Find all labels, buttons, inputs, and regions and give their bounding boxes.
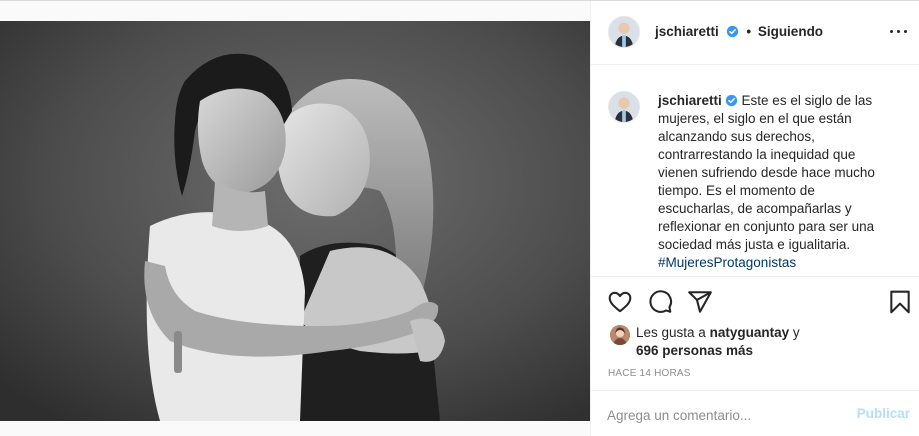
post-photo-image: [0, 21, 590, 421]
liker-username[interactable]: naty­guantay: [710, 325, 790, 340]
caption-line: jschiaretti Este es el siglo de las: [658, 92, 883, 110]
photo-bottom-margin: [0, 421, 590, 436]
verified-badge-icon: [726, 25, 738, 38]
caption-line: escucharlas, de acompañarlas y: [658, 201, 852, 216]
bookmark-icon[interactable]: [887, 289, 913, 315]
caption-line: sociedad más justa e igualitaria.: [658, 237, 851, 252]
caption-line: mujeres, el siglo en el que están: [658, 111, 852, 126]
post-photo[interactable]: [0, 21, 590, 421]
caption-line: tiempo. Es el momento de: [658, 183, 815, 198]
more-horizontal-icon[interactable]: [888, 21, 910, 43]
caption-text: jschiaretti Este es el siglo de las muje…: [658, 92, 883, 272]
author-line: jschiaretti • Siguiendo: [655, 24, 823, 39]
caption-text-line: Este es el siglo de las: [741, 93, 873, 108]
likes-count[interactable]: 696 personas más: [636, 343, 753, 358]
caption-line: reflexionar en conjunto para ser una: [658, 219, 875, 234]
photo-top-margin: [0, 1, 590, 21]
instagram-post: jschiaretti • Siguiendo jschiaretti Este…: [0, 0, 919, 436]
author-username[interactable]: jschiaretti: [655, 24, 719, 39]
comment-icon[interactable]: [647, 289, 673, 315]
likes-prefix: Les gusta a: [636, 325, 706, 340]
publish-button[interactable]: Publicar: [857, 406, 910, 421]
hashtag-link[interactable]: #MujeresProtagonistas: [658, 254, 883, 272]
post-sidebar: jschiaretti • Siguiendo jschiaretti Este…: [590, 1, 919, 436]
post-actions: [591, 289, 919, 317]
liker-avatar[interactable]: [610, 325, 630, 345]
post-caption: jschiaretti Este es el siglo de las muje…: [591, 65, 919, 277]
comment-input[interactable]: [607, 405, 837, 425]
verified-badge-icon: [725, 94, 737, 107]
follow-status-button[interactable]: Siguiendo: [758, 24, 823, 39]
caption-line: contrarrestando la inequidad que: [658, 147, 856, 162]
caption-line: vienen sufriendo desde hace mucho: [658, 165, 875, 180]
post-header: jschiaretti • Siguiendo: [591, 1, 919, 65]
comment-form: Publicar: [591, 390, 919, 436]
separator-dot: •: [746, 24, 752, 39]
likes-connector: y: [792, 325, 800, 340]
send-icon[interactable]: [687, 289, 713, 315]
likes-text: Les gusta a naty­guantay y 696 personas …: [636, 324, 906, 360]
caption-line: alcanzando sus derechos,: [658, 129, 815, 144]
caption-username[interactable]: jschiaretti: [658, 93, 722, 108]
likes-summary: Les gusta a naty­guantay y 696 personas …: [591, 323, 919, 363]
heart-icon[interactable]: [607, 289, 633, 315]
author-avatar[interactable]: [608, 16, 640, 48]
post-timestamp[interactable]: Hace 14 horas: [608, 368, 691, 379]
caption-avatar[interactable]: [608, 91, 640, 123]
